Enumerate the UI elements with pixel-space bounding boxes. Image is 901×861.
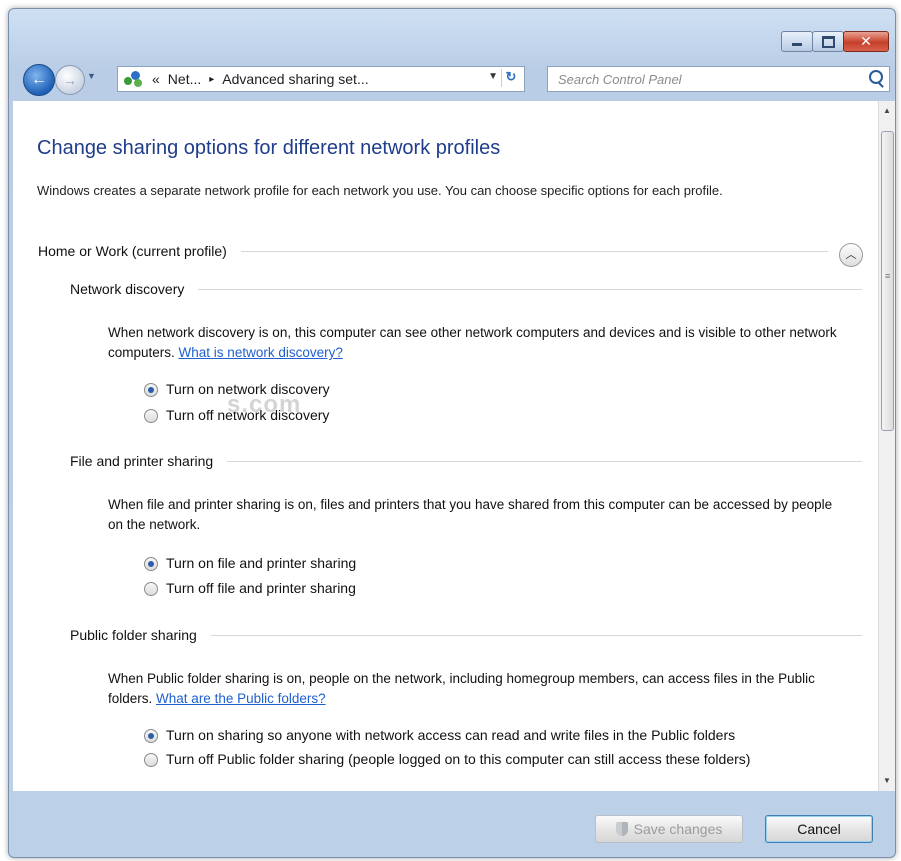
option-label: Turn on sharing so anyone with network a…	[166, 727, 736, 743]
section-heading: File and printer sharing	[70, 453, 214, 469]
option-label: Turn off file and printer sharing	[166, 580, 356, 596]
radio-button[interactable]	[144, 729, 158, 743]
profile-header[interactable]: Home or Work (current profile)	[38, 243, 828, 259]
back-button[interactable]: ←	[23, 64, 55, 96]
breadcrumb-separator-icon[interactable]: ▸	[209, 74, 214, 85]
page-title: Change sharing options for different net…	[37, 137, 501, 159]
collapse-profile-button[interactable]: ︿	[839, 243, 863, 267]
forward-arrow-icon: →	[63, 72, 77, 88]
network-icon	[124, 71, 144, 87]
address-bar[interactable]: « Net... ▸ Advanced sharing set... ▼ ↻	[117, 66, 525, 92]
watermark: s.com	[227, 391, 302, 418]
option-label: Turn on file and printer sharing	[166, 555, 357, 571]
network-discovery-header: Network discovery	[70, 281, 862, 297]
navigation-bar: ← → ▼ « Net... ▸ Advanced sharing set...…	[9, 59, 895, 99]
content-pane: Change sharing options for different net…	[13, 101, 878, 791]
search-icon[interactable]	[869, 70, 883, 84]
radio-button[interactable]	[144, 557, 158, 571]
grip-icon: ≡	[885, 271, 891, 281]
chevron-down-icon: ▼	[87, 71, 96, 81]
public-folder-sharing-header: Public folder sharing	[70, 627, 862, 643]
radio-file-printer-off[interactable]: Turn off file and printer sharing	[144, 578, 356, 598]
section-heading: Network discovery	[70, 281, 185, 297]
scroll-thumb[interactable]: ≡	[881, 131, 894, 431]
network-discovery-text: When network discovery is on, this compu…	[108, 323, 848, 363]
minimize-icon	[792, 43, 802, 46]
uac-shield-icon	[615, 822, 628, 836]
radio-button[interactable]	[144, 753, 158, 767]
save-changes-label: Save changes	[633, 821, 723, 837]
radio-button[interactable]	[144, 409, 158, 423]
forward-button[interactable]: →	[55, 65, 85, 95]
scroll-up-icon[interactable]: ▲	[879, 103, 895, 119]
public-folders-help-link[interactable]: What are the Public folders?	[156, 691, 326, 706]
close-button[interactable]: ✕	[843, 31, 889, 52]
save-changes-button[interactable]: Save changes	[595, 815, 743, 843]
cancel-button[interactable]: Cancel	[765, 815, 873, 843]
breadcrumb-advanced-sharing[interactable]: Advanced sharing set...	[222, 71, 368, 87]
network-discovery-help-link[interactable]: What is network discovery?	[179, 345, 343, 360]
page-description: Windows creates a separate network profi…	[37, 183, 723, 198]
radio-button[interactable]	[144, 383, 158, 397]
chevron-up-icon: ︿	[845, 249, 857, 261]
maximize-icon	[821, 35, 835, 48]
search-input[interactable]: Search Control Panel	[558, 72, 682, 87]
scroll-down-icon[interactable]: ▼	[879, 773, 895, 789]
radio-public-folder-on[interactable]: Turn on sharing so anyone with network a…	[144, 725, 874, 745]
section-heading: Public folder sharing	[70, 627, 197, 643]
back-arrow-icon: ←	[31, 71, 47, 88]
file-printer-sharing-header: File and printer sharing	[70, 453, 862, 469]
maximize-button[interactable]	[812, 31, 844, 52]
recent-pages-dropdown[interactable]: ▼	[87, 71, 96, 81]
address-dropdown-icon[interactable]: ▼	[488, 71, 498, 82]
radio-button[interactable]	[144, 582, 158, 596]
profile-name: Home or Work (current profile)	[38, 243, 227, 259]
breadcrumb-network[interactable]: Net...	[168, 71, 201, 87]
vertical-scrollbar[interactable]: ▲ ≡ ▼	[878, 101, 895, 791]
radio-public-folder-off[interactable]: Turn off Public folder sharing (people l…	[144, 749, 824, 769]
refresh-icon[interactable]: ↻	[501, 69, 520, 87]
search-box[interactable]: Search Control Panel	[547, 66, 890, 92]
minimize-button[interactable]	[781, 31, 813, 52]
address-overflow[interactable]: «	[152, 71, 160, 87]
cancel-label: Cancel	[797, 821, 841, 837]
option-label: Turn off Public folder sharing (people l…	[166, 751, 751, 767]
control-panel-window: ✕ ← → ▼ « Net... ▸ Advanced sharing set.…	[8, 8, 896, 858]
public-folder-sharing-text: When Public folder sharing is on, people…	[108, 669, 848, 709]
radio-file-printer-on[interactable]: Turn on file and printer sharing	[144, 553, 356, 573]
caption-buttons: ✕	[781, 31, 889, 52]
file-printer-sharing-text: When file and printer sharing is on, fil…	[108, 497, 833, 532]
close-icon: ✕	[860, 33, 872, 50]
